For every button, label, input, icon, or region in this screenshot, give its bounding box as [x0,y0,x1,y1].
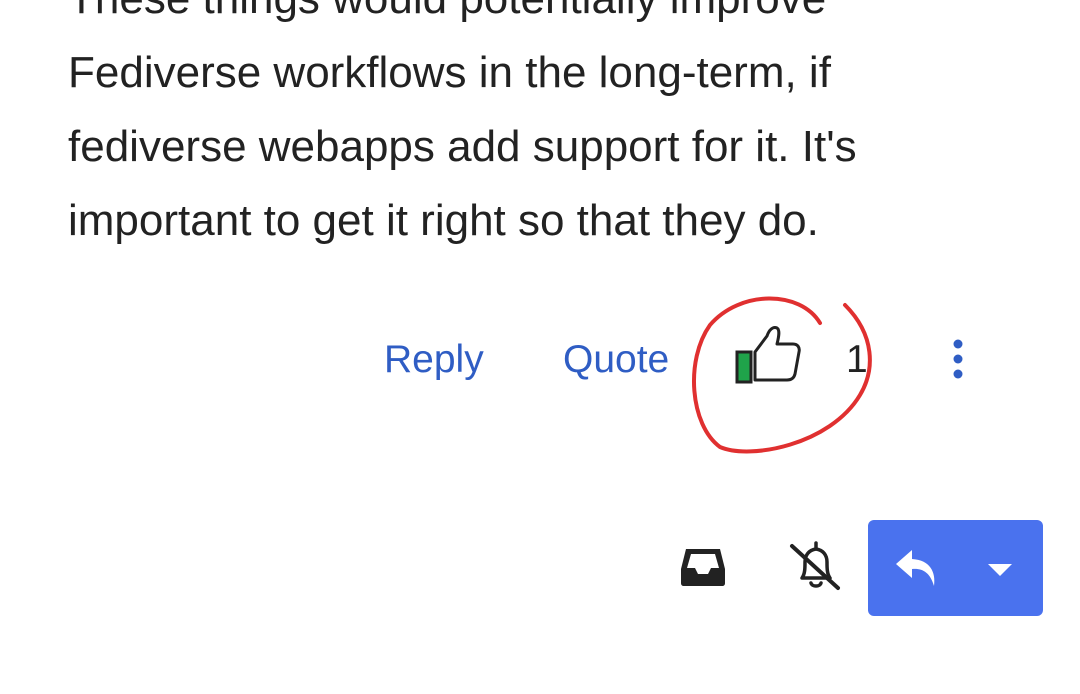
post-text-line: Fediverse workflows in the long-term, if [68,48,831,97]
post-text-line: These things would potentially improve [68,0,1008,36]
post-text-line: fediverse webapps add support for it. It… [68,122,857,171]
more-options-button[interactable] [940,336,976,382]
post-text-line: important to get it right so that they d… [68,196,819,245]
caret-down-icon[interactable] [980,554,1020,584]
more-vertical-icon [953,339,963,379]
inbox-icon [681,549,725,586]
reply-link[interactable]: Reply [384,337,484,383]
bell-off-icon [790,541,840,590]
like-count: 1 [846,338,868,381]
reply-arrow-icon [896,550,935,586]
post-body: These things would potentially improve F… [68,0,1008,258]
thumbs-up-icon [735,326,801,384]
quote-link[interactable]: Quote [563,337,669,383]
notifications-button[interactable] [786,540,842,594]
inbox-button[interactable] [678,543,728,591]
reply-button[interactable] [868,520,1043,616]
like-button[interactable] [733,322,805,388]
